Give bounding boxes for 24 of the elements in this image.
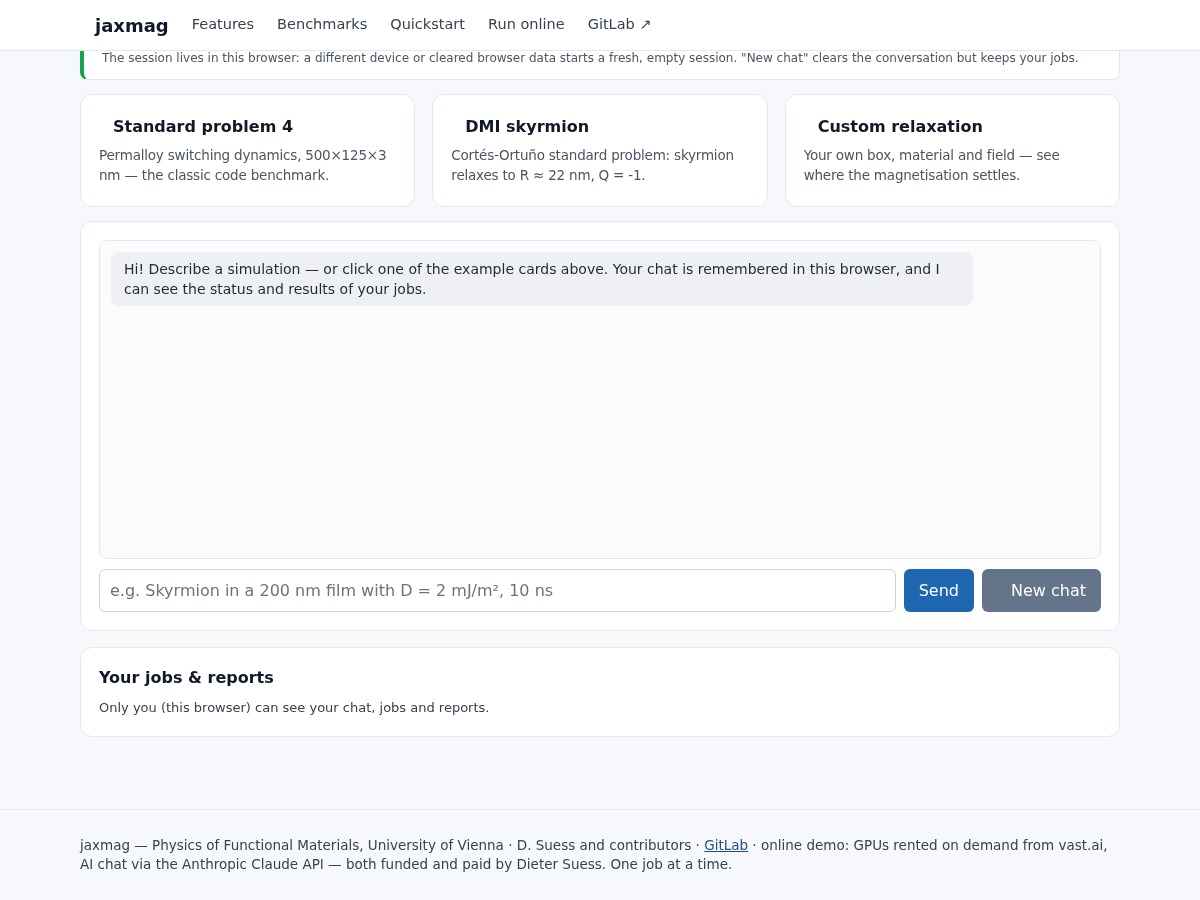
new-chat-button[interactable]: New chat bbox=[982, 569, 1101, 612]
nav-link[interactable]: Features bbox=[191, 14, 255, 36]
example-card[interactable]: Standard problem 4 Permalloy switching dynamics, 500×125×3 nm — the classic code benchmark. bbox=[80, 94, 416, 207]
card-title: DMI skyrmion bbox=[464, 116, 591, 138]
send-button[interactable]: Send bbox=[903, 569, 974, 612]
nav-link[interactable]: Benchmarks bbox=[277, 14, 368, 36]
gitlab-link[interactable]: GitLab bbox=[704, 837, 749, 853]
nav-link[interactable]: Quickstart bbox=[390, 14, 465, 36]
nav-link[interactable]: Run online bbox=[488, 14, 565, 36]
example-card[interactable]: DMI skyrmion Cortés-Ortuño standard problem: skyrmion relaxes to R ≈ 22 nm, Q = -1. bbox=[432, 94, 768, 207]
card-description: Permalloy switching dynamics, 500×125×3 nm — the classic code benchmark. bbox=[99, 146, 388, 185]
nav-link[interactable]: GitLab ↗ bbox=[587, 14, 652, 36]
jobs-note: Only you (this browser) can see your chat, jobs and reports. bbox=[99, 699, 491, 717]
footer-text: jaxmag — Physics of Functional Materials, University of Vienna · D. Suess and contributors · GitLab · online demo: GPUs rented on demand from vast.ai, AI chat via the Anthropic Claude API — both funded and paid by Dieter Suess. One job at a time. bbox=[80, 836, 1109, 874]
card-title: Custom relaxation bbox=[816, 116, 984, 138]
card-title: Standard problem 4 bbox=[112, 116, 295, 138]
chat-message: Hi! Describe a simulation — or click one of the example cards above. Your chat is remembered in this browser, and I can see the status and results of your jobs. bbox=[111, 252, 973, 306]
notice-text: The session lives in this browser: a different device or cleared browser data starts a fresh, empty session. "New chat" clears the conversation but keeps your jobs. bbox=[102, 51, 1079, 65]
card-description: Cortés-Ortuño standard problem: skyrmion relaxes to R ≈ 22 nm, Q = -1. bbox=[451, 146, 735, 185]
message-input[interactable]: e.g. Skyrmion in a 200 nm film with D = 2 mJ/m², 10 ns bbox=[99, 569, 896, 612]
brand-logo[interactable]: jaxmag bbox=[95, 11, 169, 39]
jobs-title: Your jobs & reports bbox=[99, 667, 275, 689]
card-description: Your own box, material and field — see where the magnetisation settles. bbox=[803, 146, 1061, 185]
example-card[interactable]: Custom relaxation Your own box, material and field — see where the magnetisation settles. bbox=[784, 94, 1120, 207]
